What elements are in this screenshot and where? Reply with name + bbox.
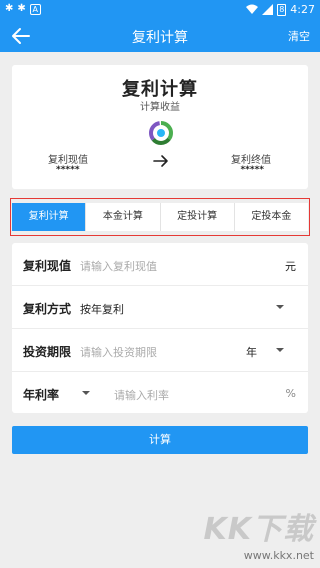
present-value-result: ***** (56, 165, 80, 175)
pie-chart-icon (149, 121, 173, 145)
compound-mode-select[interactable]: 按年复利 (80, 301, 124, 317)
a-icon: A (29, 3, 41, 15)
compound-mode-label: 复利方式 (23, 302, 72, 316)
bug-icon: ✱ (17, 3, 26, 14)
currency-unit: 元 (285, 260, 296, 273)
bug-icon: ✱ (5, 3, 14, 14)
period-input[interactable]: 请输入投资期限 (80, 344, 157, 360)
present-value-label: 复利现值 (48, 155, 88, 166)
tab-compound[interactable]: 复利计算 (12, 203, 86, 231)
status-time: 4:27 (290, 3, 315, 16)
watermark-logo: KK下载 (203, 512, 314, 547)
system-icons: 8 4:27 (246, 3, 315, 16)
watermark: KK下载 www.kkx.net (186, 504, 315, 562)
result-summary-card: 复利计算 计算收益 复利现值 ***** 复利终值 ***** (12, 65, 308, 189)
dropdown-caret-icon[interactable] (276, 348, 284, 352)
compound-mode-row[interactable]: 复利方式 按年复利 (12, 286, 308, 329)
arrow-right-icon (153, 155, 168, 167)
present-value-field-label: 复利现值 (23, 259, 72, 273)
status-bar: ✱ ✱ A 8 4:27 (0, 0, 320, 19)
period-row: 投资期限 请输入投资期限 年 (12, 329, 308, 372)
percent-unit: % (285, 387, 296, 400)
input-form-card: 复利现值 请输入复利现值 元 复利方式 按年复利 投资期限 请输入投资期限 年 … (12, 243, 308, 413)
tab-fixed-investment[interactable]: 定投计算 (159, 203, 234, 231)
future-value-result: ***** (240, 165, 264, 175)
dropdown-caret-icon[interactable] (82, 391, 90, 395)
dropdown-caret-icon[interactable] (276, 305, 284, 309)
calculate-button[interactable]: 计算 (12, 426, 308, 454)
wifi-icon (246, 4, 259, 14)
calculator-tabs: 复利计算 本金计算 定投计算 定投本金 (12, 203, 308, 231)
watermark-url: www.kkx.net (243, 549, 314, 562)
app-bar: 复利计算 清空 (0, 19, 320, 52)
present-value-row: 复利现值 请输入复利现值 元 (12, 243, 308, 286)
summary-subtitle: 计算收益 (140, 102, 180, 113)
page-title: 复利计算 (132, 30, 188, 46)
rate-row: 年利率 请输入利率 % (12, 372, 308, 415)
clear-button[interactable]: 清空 (288, 28, 310, 44)
notification-icons: ✱ ✱ A (5, 3, 41, 15)
period-label: 投资期限 (23, 345, 72, 359)
signal-icon (262, 4, 274, 15)
rate-input[interactable]: 请输入利率 (114, 387, 169, 403)
rate-type-select[interactable]: 年利率 (23, 386, 59, 403)
present-value-input[interactable]: 请输入复利现值 (80, 258, 157, 274)
battery-icon: 8 (277, 3, 287, 16)
tab-principal[interactable]: 本金计算 (85, 203, 159, 231)
period-unit-select[interactable]: 年 (246, 344, 257, 360)
tab-fixed-principal[interactable]: 定投本金 (233, 203, 308, 231)
future-value-label: 复利终值 (231, 155, 271, 166)
